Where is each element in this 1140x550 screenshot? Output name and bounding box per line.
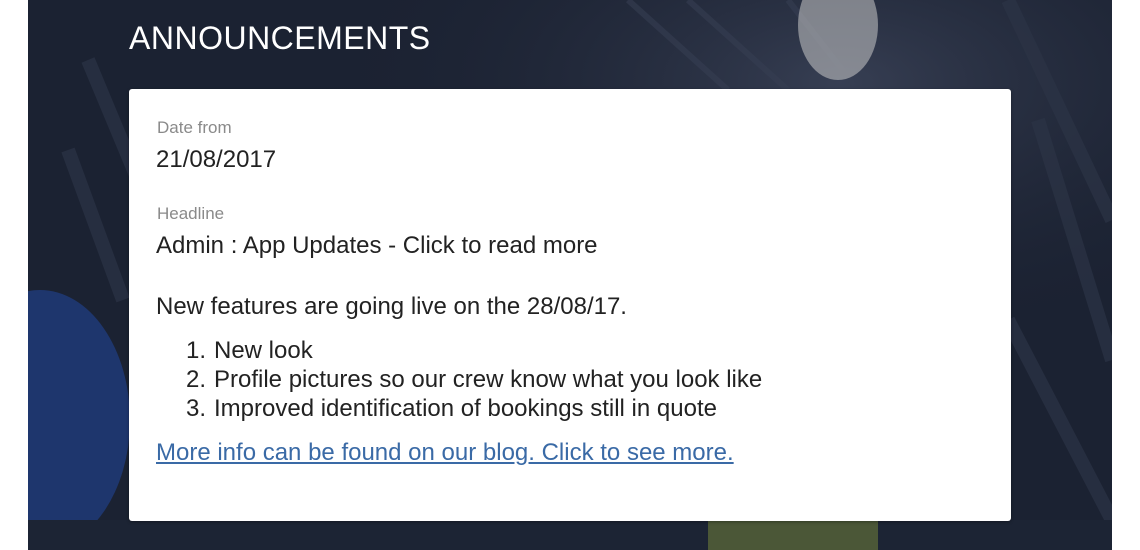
list-item-text: Improved identification of bookings stil… xyxy=(214,395,717,422)
blog-link[interactable]: More info can be found on our blog. Clic… xyxy=(156,438,734,468)
headline-label: Headline xyxy=(157,204,225,223)
date-from-label: Date from xyxy=(157,118,232,137)
page-title: ANNOUNCEMENTS xyxy=(129,20,431,56)
feature-list: 1. New look 2. Profile pictures so our cre… xyxy=(156,336,762,423)
announcement-intro: New features are going live on the 28/08… xyxy=(156,293,627,320)
list-item-number: 3. xyxy=(185,395,206,422)
list-item: 1. New look xyxy=(156,336,762,365)
list-item-number: 2. xyxy=(185,366,206,393)
list-item: 2. Profile pictures so our crew know what… xyxy=(156,365,762,394)
list-item-text: Profile pictures so our crew know what y… xyxy=(214,366,763,393)
date-from-value: 21/08/2017 xyxy=(156,146,277,173)
list-item: 3. Improved identification of bookings st… xyxy=(156,394,762,423)
announcement-card: Date from 21/08/2017 Headline Admin : Ap… xyxy=(129,89,1011,521)
list-item-text: New look xyxy=(214,337,313,364)
list-item-number: 1. xyxy=(185,337,206,364)
headline-value: Admin : App Updates - Click to read more xyxy=(156,232,598,259)
